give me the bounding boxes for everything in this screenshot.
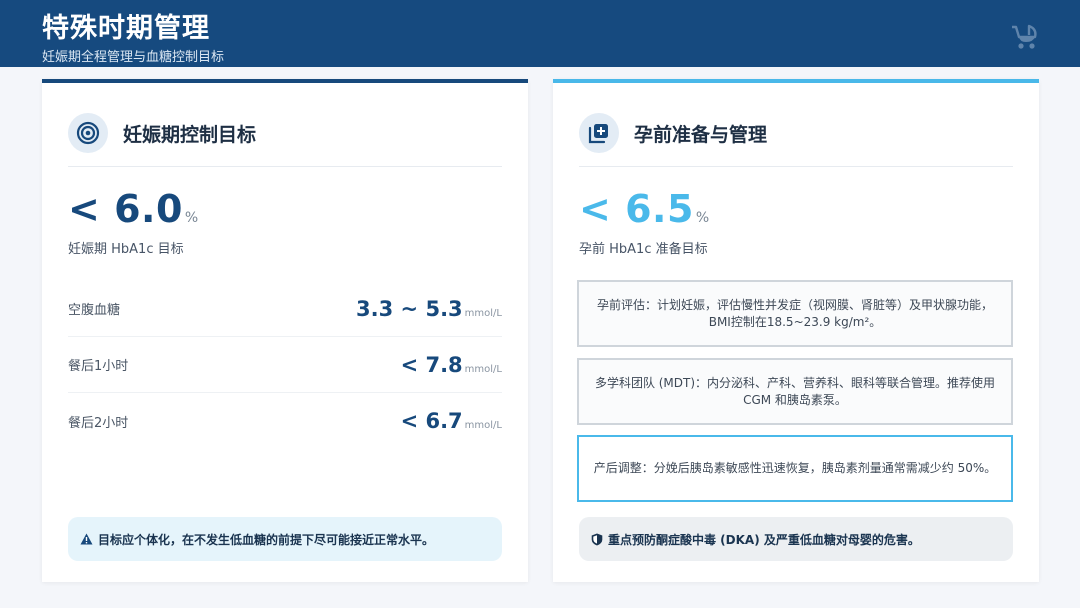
row-value-group: 3.3 ~ 5.3 mmol/L — [356, 297, 502, 321]
row-value-group: < 7.8 mmol/L — [401, 353, 502, 377]
glucose-target-list: 空腹血糖 3.3 ~ 5.3 mmol/L 餐后1小时 < 7.8 mmol/L… — [68, 281, 502, 449]
row-unit: mmol/L — [464, 420, 502, 431]
glucose-row-2h: 餐后2小时 < 6.7 mmol/L — [68, 393, 502, 449]
row-unit: mmol/L — [464, 307, 502, 319]
glucose-row-1h: 餐后1小时 < 7.8 mmol/L — [68, 337, 502, 393]
card-header: 孕前准备与管理 — [579, 109, 1013, 167]
dka-warning: 重点预防酮症酸中毒 (DKA) 及严重低血糖对母婴的危害。 — [579, 517, 1013, 561]
baby-carriage-icon — [1008, 18, 1042, 52]
page-subtitle: 妊娠期全程管理与血糖控制目标 — [42, 50, 225, 65]
row-value: < 7.8 — [400, 352, 463, 377]
card-title: 孕前准备与管理 — [634, 124, 768, 146]
hba1c-value: < 6.5 — [579, 187, 694, 231]
hba1c-value: < 6.0 — [68, 187, 183, 231]
medical-plus-icon — [579, 113, 619, 153]
preconception-hba1c-target: < 6.5 % — [579, 187, 709, 231]
hba1c-label: 妊娠期 HbA1c 目标 — [68, 242, 184, 257]
hba1c-unit: % — [695, 210, 710, 226]
row-value: 3.3 ~ 5.3 — [356, 296, 463, 321]
hba1c-unit: % — [184, 210, 199, 226]
page-title: 特殊时期管理 — [42, 13, 210, 44]
preconception-assessment-box: 孕前评估：计划妊娠，评估慢性并发症（视网膜、肾脏等）及甲状腺功能，BMI控制在1… — [577, 280, 1013, 347]
glucose-row-fasting: 空腹血糖 3.3 ~ 5.3 mmol/L — [68, 281, 502, 337]
box-text: 多学科团队 (MDT)：内分泌科、产科、营养科、眼科等联合管理。推荐使用 CGM… — [594, 375, 996, 407]
box-text: 产后调整：分娩后胰岛素敏感性迅速恢复，胰岛素剂量通常需减少约 50%。 — [593, 461, 997, 476]
hba1c-label: 孕前 HbA1c 准备目标 — [579, 242, 708, 257]
row-value-group: < 6.7 mmol/L — [401, 409, 502, 433]
mdt-box: 多学科团队 (MDT)：内分泌科、产科、营养科、眼科等联合管理。推荐使用 CGM… — [577, 358, 1013, 425]
individualization-note: 目标应个体化，在不发生低血糖的前提下尽可能接近正常水平。 — [68, 517, 502, 561]
alert-text: 目标应个体化，在不发生低血糖的前提下尽可能接近正常水平。 — [98, 532, 435, 547]
hba1c-target: < 6.0 % — [68, 187, 198, 231]
postpartum-adjustment-box: 产后调整：分娩后胰岛素敏感性迅速恢复，胰岛素剂量通常需减少约 50%。 — [577, 435, 1013, 502]
card-title: 妊娠期控制目标 — [123, 124, 257, 146]
pregnancy-target-card: 妊娠期控制目标 < 6.0 % 妊娠期 HbA1c 目标 空腹血糖 3.3 ~ … — [42, 79, 528, 582]
row-label: 空腹血糖 — [68, 303, 121, 318]
box-text: 孕前评估：计划妊娠，评估慢性并发症（视网膜、肾脏等）及甲状腺功能，BMI控制在1… — [596, 297, 993, 329]
shield-icon — [591, 533, 603, 545]
page-header: 特殊时期管理 妊娠期全程管理与血糖控制目标 — [0, 0, 1080, 67]
warning-icon — [80, 533, 93, 545]
alert-text: 重点预防酮症酸中毒 (DKA) 及严重低血糖对母婴的危害。 — [608, 532, 920, 547]
row-value: < 6.7 — [400, 409, 463, 433]
row-unit: mmol/L — [464, 363, 502, 375]
row-label: 餐后2小时 — [68, 415, 129, 431]
preconception-card: 孕前准备与管理 < 6.5 % 孕前 HbA1c 准备目标 孕前评估：计划妊娠，… — [553, 79, 1039, 582]
row-label: 餐后1小时 — [68, 359, 129, 374]
target-icon — [68, 113, 108, 153]
card-header: 妊娠期控制目标 — [68, 109, 502, 167]
